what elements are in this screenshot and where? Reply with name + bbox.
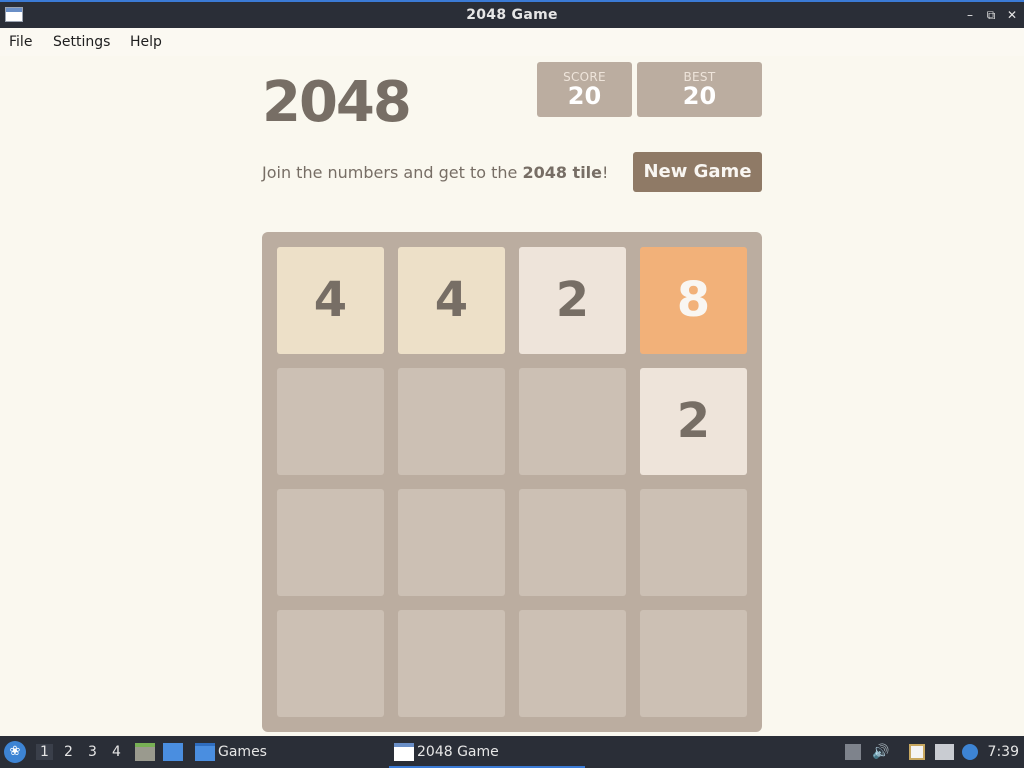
clock[interactable]: 7:39 <box>988 744 1019 760</box>
clipboard-icon[interactable] <box>909 744 925 760</box>
tile-r3-c3 <box>519 489 626 596</box>
tile-r4-c4 <box>640 610 747 717</box>
intro-goal: 2048 tile <box>522 163 603 182</box>
tile-r2-c3 <box>519 368 626 475</box>
intro-suffix: ! <box>602 163 609 182</box>
show-desktop-icon[interactable] <box>163 743 183 761</box>
intro-prefix: Join the numbers and get to the <box>262 163 523 182</box>
tile-r2-c1 <box>277 368 384 475</box>
volume-icon[interactable]: 🔊 <box>872 744 889 760</box>
menu-bar: File Settings Help <box>0 28 1024 56</box>
score-box: SCORE 20 <box>537 62 632 117</box>
file-manager-launcher-icon[interactable] <box>135 743 155 761</box>
best-value: 20 <box>682 82 717 110</box>
tile-r4-c1 <box>277 610 384 717</box>
workspace-2[interactable]: 2 <box>64 744 73 760</box>
workspace-3[interactable]: 3 <box>88 744 97 760</box>
window-icon <box>394 743 414 761</box>
task-2048-game[interactable]: 2048 Game <box>389 736 585 768</box>
tile-r1-c1: 4 <box>277 247 384 354</box>
task-2048-label: 2048 Game <box>417 744 499 760</box>
menu-help[interactable]: Help <box>130 34 162 50</box>
workspace-4[interactable]: 4 <box>112 744 121 760</box>
close-icon[interactable]: ✕ <box>1003 6 1021 24</box>
game-heading: 2048 <box>262 70 412 135</box>
start-menu-icon[interactable]: ❀ <box>4 741 26 763</box>
workspace-1[interactable]: 1 <box>36 744 53 760</box>
folder-icon <box>195 743 215 761</box>
tile-r1-c4: 8 <box>640 247 747 354</box>
game-board[interactable]: 4 4 2 8 2 <box>262 232 762 732</box>
tile-r1-c2: 4 <box>398 247 505 354</box>
tile-r2-c4: 2 <box>640 368 747 475</box>
restore-icon[interactable]: ⧉ <box>982 6 1000 24</box>
taskbar: ❀ 1 2 3 4 Games 2048 Game 🔊 7:39 <box>0 736 1024 768</box>
intro-text: Join the numbers and get to the 2048 til… <box>262 163 608 182</box>
tile-r3-c2 <box>398 489 505 596</box>
eject-icon[interactable] <box>845 744 861 760</box>
task-games[interactable]: Games <box>190 736 370 768</box>
tile-r4-c2 <box>398 610 505 717</box>
tile-r1-c3: 2 <box>519 247 626 354</box>
task-games-label: Games <box>218 744 267 760</box>
best-box: BEST 20 <box>637 62 762 117</box>
network-icon[interactable] <box>935 744 954 760</box>
minimize-icon[interactable]: – <box>961 6 979 24</box>
score-value: 20 <box>567 82 602 110</box>
tile-r4-c3 <box>519 610 626 717</box>
window-title: 2048 Game <box>466 7 558 23</box>
notification-icon[interactable] <box>962 744 978 760</box>
menu-file[interactable]: File <box>9 34 32 50</box>
tile-r3-c1 <box>277 489 384 596</box>
menu-settings[interactable]: Settings <box>53 34 110 50</box>
new-game-button[interactable]: New Game <box>633 152 762 192</box>
tile-r2-c2 <box>398 368 505 475</box>
window-titlebar: 2048 Game – ⧉ ✕ <box>0 0 1024 28</box>
tile-r3-c4 <box>640 489 747 596</box>
